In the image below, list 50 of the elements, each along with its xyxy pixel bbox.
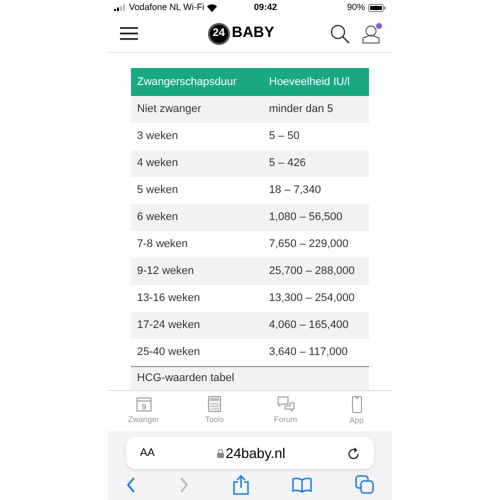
text-size-button[interactable]: AA (140, 444, 180, 462)
battery-percent: 90% (346, 0, 365, 14)
book-icon[interactable] (292, 476, 312, 492)
share-icon[interactable] (232, 474, 248, 494)
table-cell-text: 5 – 50 (268, 129, 301, 144)
table-cell-text: Niet zwanger (136, 102, 202, 118)
column-header: Hoeveelheid IU/l (268, 74, 351, 90)
table-cell-text: 13-16 weken (136, 291, 201, 306)
table-cell-text: 6 weken (136, 210, 179, 226)
table-cell-text: 5 – 426 (268, 156, 307, 172)
wifi-icon (207, 4, 218, 12)
address-bar[interactable]: AA 24baby.nl (126, 437, 374, 469)
table-cell-text: 3 weken (136, 129, 179, 144)
url-text: 24baby.nl (226, 444, 286, 463)
reload-icon[interactable] (348, 446, 360, 460)
table-cell-text: 4 weken (136, 156, 179, 172)
calculator-icon (208, 396, 221, 412)
column-header: Zwangerschapsduur (136, 74, 238, 90)
table-cell-text: 4,060 – 165,400 (268, 318, 350, 334)
back-icon[interactable] (126, 476, 136, 492)
tabs-icon[interactable] (355, 475, 374, 494)
battery-icon (368, 4, 386, 12)
chat-icon (276, 396, 294, 412)
table-cell-text: minder dan 5 (268, 102, 334, 118)
tab-button[interactable]: Forum (250, 391, 321, 431)
menu-icon[interactable] (120, 27, 138, 40)
table-cell-text: 5 weken (136, 183, 179, 198)
table-cell-text: 25,700 – 288,000 (268, 264, 356, 280)
calendar-icon: 9 (136, 396, 152, 412)
clock-time: 09:42 (252, 0, 278, 14)
carrier-name: Vodafone NL Wi-Fi (129, 0, 204, 14)
table-cell-text: 9-12 weken (136, 264, 195, 280)
table-cell-text: 3,640 – 117,000 (268, 345, 349, 360)
tab-button[interactable]: 9 Zwanger (108, 391, 179, 431)
table-cell-text: 13,300 – 254,000 (268, 291, 356, 306)
table-cell-text: 1,080 – 56,500 (268, 210, 344, 226)
tab-button[interactable]: App (321, 391, 392, 431)
logo-text: BABY (232, 23, 274, 44)
table-caption: HCG-waarden tabel (131, 366, 369, 390)
table-cell-text: 25-40 weken (136, 345, 201, 360)
table-cell-text: 7-8 weken (136, 237, 189, 252)
table-cell-text: 18 – 7,340 (268, 183, 322, 198)
signal-icon (114, 4, 126, 11)
table-cell-text: 7,650 – 229,000 (268, 237, 350, 252)
lock-icon (216, 448, 224, 458)
logo-badge: 24 (208, 22, 230, 44)
table-cell-text: 17-24 weken (136, 318, 201, 334)
tab-button[interactable]: Tools (179, 391, 250, 431)
phone-icon (352, 396, 362, 412)
search-icon[interactable] (330, 24, 350, 44)
